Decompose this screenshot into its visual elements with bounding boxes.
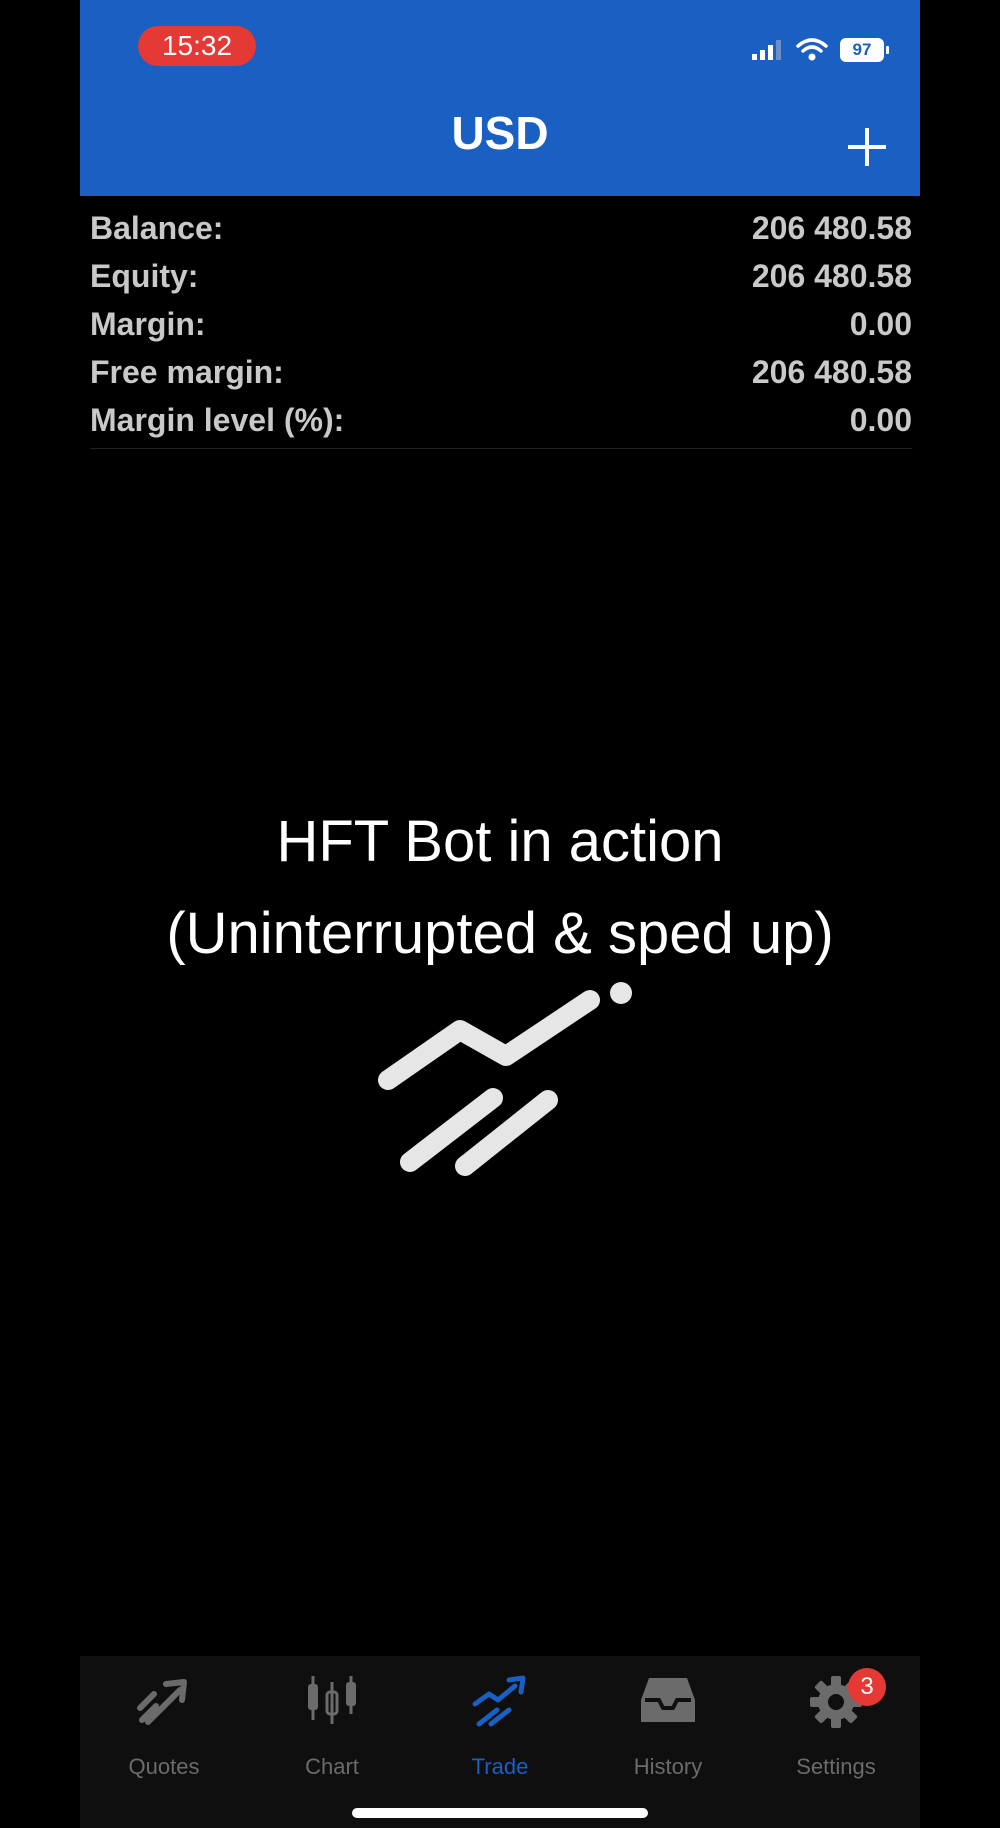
row-label: Margin level (%): [90, 401, 345, 438]
tab-label: Trade [471, 1754, 529, 1779]
margin-row: Margin: 0.00 [90, 300, 912, 348]
app-header: 15:32 97 USD [80, 0, 920, 196]
row-value: 206 480.58 [751, 209, 912, 246]
status-time: 15:32 [138, 26, 256, 66]
tab-label: Settings [796, 1754, 876, 1779]
divider [90, 448, 912, 449]
account-summary: Balance: 206 480.58 Equity: 206 480.58 M… [90, 204, 912, 444]
signal-icon [752, 40, 781, 60]
tab-bar: Quotes Chart Trade History 3 Settings [80, 1656, 920, 1828]
margin-level-row: Margin level (%): 0.00 [90, 396, 912, 444]
candlestick-icon [308, 1676, 356, 1724]
tab-chart[interactable]: Chart [248, 1674, 416, 1779]
video-caption: HFT Bot in action (Uninterrupted & sped … [80, 796, 920, 980]
status-icons: 97 [750, 30, 889, 70]
trade-icon [472, 1675, 526, 1727]
row-value: 206 480.58 [751, 257, 912, 294]
quotes-icon [137, 1679, 187, 1725]
battery-icon: 97 [840, 38, 889, 62]
row-label: Free margin: [90, 353, 284, 390]
wifi-icon [796, 38, 828, 61]
row-label: Balance: [90, 209, 224, 246]
row-label: Equity: [90, 257, 199, 294]
inbox-icon [641, 1678, 695, 1722]
row-value: 206 480.58 [751, 353, 912, 390]
add-icon[interactable] [844, 124, 890, 170]
page-title: USD [451, 107, 549, 159]
row-value: 0.00 [849, 305, 912, 342]
tab-history[interactable]: History [584, 1674, 752, 1779]
caption-line-1: HFT Bot in action [276, 809, 724, 874]
row-value: 0.00 [849, 401, 912, 438]
tab-label: Quotes [128, 1754, 200, 1779]
tab-trade[interactable]: Trade [416, 1674, 584, 1779]
phone-screen: 15:32 97 USD Balance: 206 480.58 Equity:… [80, 0, 920, 1828]
balance-row: Balance: 206 480.58 [90, 204, 912, 252]
tab-quotes[interactable]: Quotes [80, 1674, 248, 1779]
tab-label: History [633, 1754, 703, 1779]
home-indicator[interactable] [352, 1808, 648, 1818]
trade-logo-icon [378, 982, 632, 1176]
free-margin-row: Free margin: 206 480.58 [90, 348, 912, 396]
caption-line-2: (Uninterrupted & sped up) [166, 901, 834, 966]
tab-label: Chart [305, 1754, 359, 1779]
row-label: Margin: [90, 305, 206, 342]
notification-badge: 3 [848, 1668, 886, 1706]
equity-row: Equity: 206 480.58 [90, 252, 912, 300]
tab-settings[interactable]: 3 Settings [752, 1668, 920, 1779]
